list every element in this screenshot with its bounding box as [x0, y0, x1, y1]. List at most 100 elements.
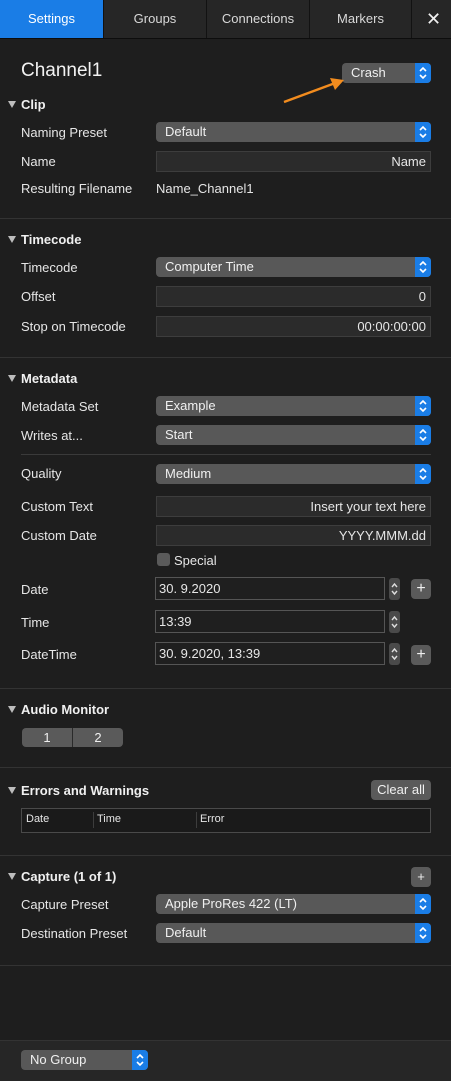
stop-on-timecode-label: Stop on Timecode: [21, 319, 126, 334]
tab-connections[interactable]: Connections: [207, 0, 310, 38]
metadata-set-popup[interactable]: Example: [156, 396, 431, 416]
name-label: Name: [21, 154, 56, 169]
datetime-field[interactable]: 30. 9.2020, 13:39: [155, 642, 385, 665]
clear-all-button[interactable]: Clear all: [371, 780, 431, 800]
section-divider: [0, 218, 451, 219]
close-icon[interactable]: ✕: [412, 0, 451, 38]
capture-preset-value: Apple ProRes 422 (LT): [165, 896, 297, 911]
offset-label: Offset: [21, 289, 56, 304]
group-popup[interactable]: No Group: [21, 1050, 148, 1070]
timecode-popup[interactable]: Computer Time: [156, 257, 431, 277]
chevron-updown-icon: [415, 63, 431, 83]
timecode-section-header[interactable]: Timecode: [8, 232, 81, 247]
destination-preset-label: Destination Preset: [21, 926, 128, 941]
capture-preset-label: Capture Preset: [21, 897, 109, 912]
datetime-label: DateTime: [21, 647, 77, 662]
name-field[interactable]: Name: [156, 151, 431, 172]
disclosure-triangle-icon: [8, 787, 16, 794]
chevron-updown-icon: [132, 1050, 148, 1070]
metadata-section-header[interactable]: Metadata: [8, 371, 77, 386]
clip-section-header[interactable]: Clip: [8, 97, 46, 112]
disclosure-triangle-icon: [8, 101, 16, 108]
section-divider: [0, 767, 451, 768]
date-add-button[interactable]: +: [411, 579, 431, 599]
disclosure-triangle-icon: [8, 706, 16, 713]
section-divider: [0, 688, 451, 689]
timecode-label: Timecode: [21, 260, 78, 275]
datetime-add-button[interactable]: +: [411, 645, 431, 665]
column-separator: [196, 812, 197, 828]
clip-header-label: Clip: [21, 97, 46, 112]
errors-section-header[interactable]: Errors and Warnings: [8, 783, 149, 798]
date-field[interactable]: 30. 9.2020: [155, 577, 385, 600]
section-divider: [0, 855, 451, 856]
disclosure-triangle-icon: [8, 375, 16, 382]
time-field[interactable]: 13:39: [155, 610, 385, 633]
errors-header-label: Errors and Warnings: [21, 783, 150, 798]
chevron-updown-icon: [415, 396, 431, 416]
audio-channel-1-button[interactable]: 1: [22, 728, 72, 747]
date-label: Date: [21, 582, 49, 597]
custom-date-field[interactable]: YYYY.MMM.dd: [156, 525, 431, 546]
audio-channel-2-button[interactable]: 2: [72, 728, 123, 747]
section-divider: [0, 965, 451, 966]
resulting-filename-label: Resulting Filename: [21, 181, 133, 196]
chevron-updown-icon: [415, 122, 431, 142]
writes-at-value: Start: [165, 427, 193, 442]
special-checkbox[interactable]: [157, 553, 170, 566]
tab-markers[interactable]: Markers: [310, 0, 412, 38]
disclosure-triangle-icon: [8, 236, 16, 243]
special-label: Special: [174, 553, 217, 568]
date-stepper[interactable]: [389, 578, 400, 600]
channel-title: Channel1: [21, 60, 103, 81]
add-capture-button[interactable]: +: [411, 867, 431, 887]
chevron-updown-icon: [415, 923, 431, 943]
audio-monitor-section-header[interactable]: Audio Monitor: [8, 702, 109, 717]
tab-bar: Settings Groups Connections Markers ✕: [0, 0, 451, 39]
chevron-updown-icon: [415, 894, 431, 914]
chevron-updown-icon: [415, 257, 431, 277]
custom-date-label: Custom Date: [21, 528, 97, 543]
writes-at-popup[interactable]: Start: [156, 425, 431, 445]
capture-preset-popup[interactable]: Apple ProRes 422 (LT): [156, 894, 431, 914]
naming-preset-label: Naming Preset: [21, 125, 107, 140]
column-header-date[interactable]: Date: [26, 813, 49, 825]
metadata-set-label: Metadata Set: [21, 399, 99, 414]
custom-text-field[interactable]: Insert your text here: [156, 496, 431, 517]
destination-preset-popup[interactable]: Default: [156, 923, 431, 943]
tab-settings[interactable]: Settings: [0, 0, 104, 38]
capture-section-header[interactable]: Capture (1 of 1): [8, 869, 116, 884]
writes-at-label: Writes at...: [21, 428, 83, 443]
timecode-header-label: Timecode: [21, 232, 82, 247]
tab-groups[interactable]: Groups: [104, 0, 207, 38]
crash-popup-label: Crash: [351, 65, 386, 80]
disclosure-triangle-icon: [8, 873, 16, 880]
footer-bar: No Group: [0, 1040, 451, 1081]
quality-value: Medium: [165, 466, 212, 481]
errors-table: Date Time Error: [21, 808, 431, 833]
audio-monitor-header-label: Audio Monitor: [21, 702, 110, 717]
time-stepper[interactable]: [389, 611, 400, 633]
naming-preset-value: Default: [165, 124, 207, 139]
capture-header-label: Capture (1 of 1): [21, 869, 117, 884]
column-header-time[interactable]: Time: [97, 813, 121, 825]
annotation-arrow-icon: [283, 78, 344, 104]
sub-divider: [21, 454, 431, 455]
chevron-updown-icon: [415, 425, 431, 445]
column-separator: [93, 812, 94, 828]
crash-popup[interactable]: Crash: [342, 63, 431, 83]
metadata-header-label: Metadata: [21, 371, 78, 386]
datetime-stepper[interactable]: [389, 643, 400, 665]
quality-popup[interactable]: Medium: [156, 464, 431, 484]
custom-text-label: Custom Text: [21, 499, 94, 514]
offset-field[interactable]: 0: [156, 286, 431, 307]
destination-preset-value: Default: [165, 925, 207, 940]
metadata-set-value: Example: [165, 398, 216, 413]
quality-label: Quality: [21, 466, 62, 481]
group-popup-value: No Group: [30, 1052, 87, 1067]
section-divider: [0, 357, 451, 358]
naming-preset-popup[interactable]: Default: [156, 122, 431, 142]
stop-on-timecode-field[interactable]: 00:00:00:00: [156, 316, 431, 337]
audio-channel-segmented-control: 1 2: [22, 728, 123, 747]
column-header-error[interactable]: Error: [200, 813, 224, 825]
